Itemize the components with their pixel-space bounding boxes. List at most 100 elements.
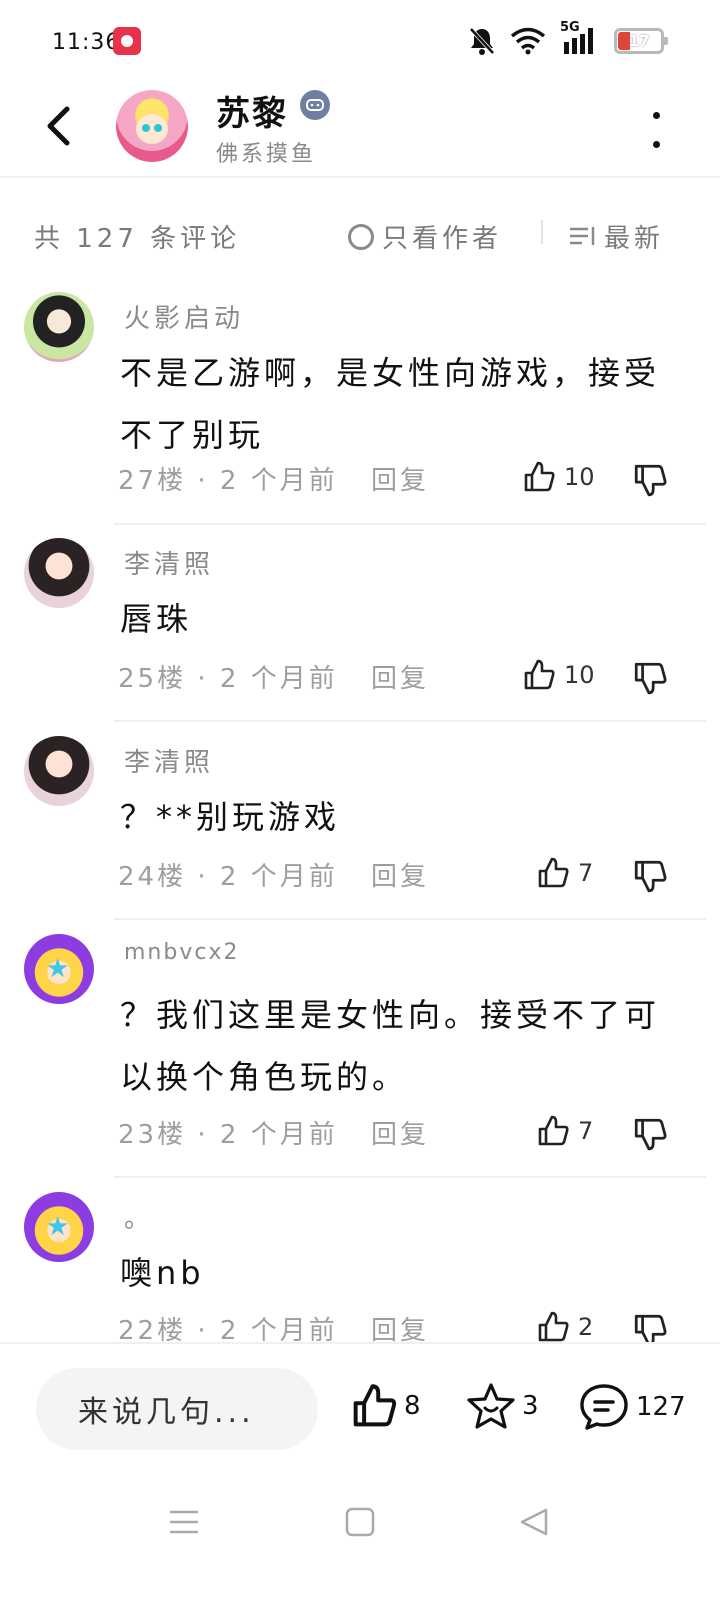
comment-username[interactable]: 李清照 [124,544,214,581]
comment-time: · 2 个月前 [197,466,338,496]
reply-button[interactable]: 回复 [371,1120,429,1150]
thumbs-up-icon [524,659,555,690]
status-bar: 11:36 5G 17 [0,0,720,80]
back-triangle-icon[interactable] [514,1502,554,1542]
comment-username[interactable]: 李清照 [124,742,214,779]
comment-list[interactable]: 火影启动 不是乙游啊，是女性向游戏，接受不了别玩 27楼 · 2 个月前 回复 … [0,278,720,1342]
comment-meta: 24楼 · 2 个月前 回复 [118,856,429,893]
like-count: 7 [578,1117,594,1145]
comment-meta: 27楼 · 2 个月前 回复 [118,460,429,497]
author-name[interactable]: 苏黎 [216,86,288,135]
floor-number: 27楼 [118,466,187,496]
thumbs-down-icon[interactable] [632,1312,668,1342]
thumbs-up-icon [353,1384,397,1427]
comment-item: 李清照 ？**别玩游戏 24楼 · 2 个月前 回复 7 [0,722,720,920]
back-button[interactable] [36,104,80,148]
thumbs-down-icon[interactable] [632,858,668,894]
thumbs-down-icon[interactable] [632,462,668,498]
back-arrow-icon [47,106,70,146]
menu-icon[interactable] [164,1502,204,1542]
user-avatar[interactable] [24,538,94,608]
author-only-label: 只看作者 [382,224,503,254]
like-count: 2 [578,1313,594,1341]
battery-level: 17 [628,32,650,50]
wifi-icon [510,27,546,55]
floor-number: 23楼 [118,1120,187,1150]
comment-count-label: 共 127 条评论 [34,224,241,254]
bottom-action-bar: 来说几句... 8 3 127 [0,1342,720,1472]
like-button[interactable]: 7 [536,1114,593,1148]
reply-button[interactable]: 回复 [371,1316,429,1342]
comment-bubble-icon [580,1384,628,1430]
post-like-button[interactable]: 8 [350,1382,421,1430]
comment-item: mnbvcx2 ？我们这里是女性向。接受不了可以换个角色玩的。 23楼 · 2 … [0,920,720,1178]
thumbs-up-icon [538,1115,569,1146]
thumbs-up-icon [524,461,555,492]
sort-label: 最新 [604,224,665,254]
author-only-toggle[interactable]: 只看作者 [348,218,502,255]
system-nav-bar [0,1472,720,1600]
user-avatar[interactable] [24,292,94,362]
comment-username[interactable]: 火影启动 [124,298,244,335]
thumbs-up-icon [538,1311,569,1342]
like-count: 7 [578,859,594,887]
battery-icon: 17 [614,28,668,54]
reply-button[interactable]: 回复 [371,862,429,892]
app-badge-icon [113,27,141,55]
comment-text: 唇珠 [120,600,193,638]
like-button[interactable]: 7 [536,856,593,890]
thumbs-up-icon [538,857,569,888]
user-avatar[interactable] [24,736,94,806]
home-square-icon[interactable] [340,1502,380,1542]
sort-lines-icon [570,226,595,245]
comment-text: 噢nb [120,1254,205,1292]
floor-number: 25楼 [118,664,187,694]
comment-time: · 2 个月前 [197,1120,338,1150]
mute-bell-icon [469,27,495,55]
thumbs-down-icon[interactable] [632,660,668,696]
like-button[interactable]: 2 [536,1310,593,1342]
more-vertical-icon[interactable] [648,112,664,148]
like-count: 10 [564,661,595,689]
radio-circle-icon [348,223,374,250]
comment-filter-bar: 共 127 条评论 只看作者 最新 [0,210,720,258]
floor-number: 22楼 [118,1316,187,1342]
reply-button[interactable]: 回复 [371,664,429,694]
status-icons: 5G 17 [468,20,668,58]
floor-number: 24楼 [118,862,187,892]
user-avatar[interactable] [24,1192,94,1262]
post-like-count: 8 [404,1391,421,1421]
comment-total-count: 127 [636,1392,686,1422]
post-header: 苏黎 佛系摸鱼 [0,80,720,178]
verified-badge-icon [300,90,330,120]
comment-username[interactable]: 。 [124,1198,154,1235]
star-icon [467,1383,515,1429]
favorite-button[interactable]: 3 [466,1382,539,1430]
author-avatar[interactable] [116,90,188,162]
status-time: 11:36 [52,30,121,55]
comment-input[interactable]: 来说几句... [36,1368,318,1450]
signal-icon [564,28,593,54]
like-button[interactable]: 10 [522,658,595,692]
comment-username[interactable]: mnbvcx2 [124,940,239,965]
reply-button[interactable]: 回复 [371,466,429,496]
comment-text: ？我们这里是女性向。接受不了可以换个角色玩的。 [120,996,661,1096]
comment-item: 火影启动 不是乙游啊，是女性向游戏，接受不了别玩 27楼 · 2 个月前 回复 … [0,278,720,525]
comment-meta: 23楼 · 2 个月前 回复 [118,1114,429,1151]
comment-text: ？**别玩游戏 [120,798,341,836]
like-button[interactable]: 10 [522,460,595,494]
network-type: 5G [560,20,600,56]
sort-button[interactable]: 最新 [568,218,664,255]
divider [541,220,543,244]
thumbs-down-icon[interactable] [632,1116,668,1152]
comment-meta: 22楼 · 2 个月前 回复 [118,1310,429,1342]
comment-time: · 2 个月前 [197,1316,338,1342]
author-subtitle: 佛系摸鱼 [216,142,317,167]
comment-button[interactable]: 127 [578,1382,686,1432]
comment-text: 不是乙游啊，是女性向游戏，接受不了别玩 [120,354,661,454]
user-avatar[interactable] [24,934,94,1004]
comment-time: · 2 个月前 [197,664,338,694]
comment-time: · 2 个月前 [197,862,338,892]
favorite-count: 3 [522,1391,539,1421]
comment-item: 。 噢nb 22楼 · 2 个月前 回复 2 [0,1178,720,1342]
